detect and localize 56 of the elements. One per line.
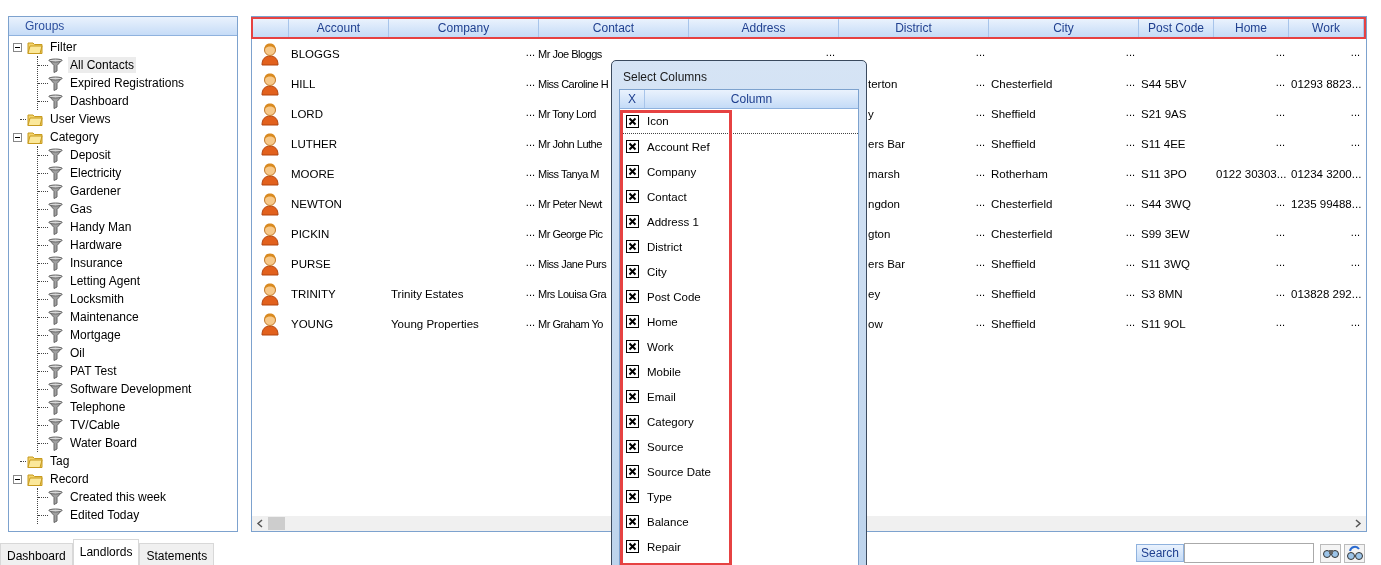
table-cell: 01234 3200... (1291, 168, 1362, 180)
table-cell: S11 3PO (1141, 168, 1187, 180)
table-cell: Miss Jane Purs (538, 258, 607, 270)
table-cell: MOORE (291, 168, 335, 180)
table-cell: ow (868, 318, 883, 330)
table-cell: Mr George Pic (538, 228, 603, 240)
table-cell: Miss Caroline H (538, 78, 609, 90)
table-cell: 013828 292... (1291, 288, 1362, 300)
panel-title: Groups (9, 17, 237, 36)
table-cell: Trinity Estates (391, 288, 464, 300)
table-cell: TRINITY (291, 288, 336, 300)
table-cell: S11 9OL (1141, 318, 1186, 330)
table-cell: Mrs Louisa Gra (538, 288, 607, 300)
table-cell: Chesterfield (991, 228, 1053, 240)
table-cell: Sheffield (991, 138, 1036, 150)
table-cell: PURSE (291, 258, 331, 270)
table-cell: Young Properties (391, 318, 479, 330)
table-cell: Mr John Luthe (538, 138, 602, 150)
table-cell: 1235 99488... (1291, 198, 1362, 210)
dialog-title: Select Columns (622, 69, 709, 86)
table-cell: ers Bar (868, 138, 906, 150)
table-cell: Chesterfield (991, 78, 1053, 90)
table-cell: Sheffield (991, 318, 1036, 330)
table-cell: HILL (291, 78, 316, 90)
table-cell: terton (868, 78, 898, 90)
table-cell: Mr Peter Newt (538, 198, 602, 210)
table-cell: LUTHER (291, 138, 337, 150)
table-cell: y (868, 108, 874, 120)
table-cell: ey (868, 288, 881, 300)
table-cell: S11 3WQ (1141, 258, 1190, 270)
table-cell: BLOGGS (291, 48, 340, 60)
table-cell: PICKIN (291, 228, 330, 240)
table-cell: Miss Tanya M (538, 168, 600, 180)
table-cell: S11 4EE (1141, 138, 1186, 150)
table-cell: 01293 8823... (1291, 78, 1362, 90)
table-cell: Chesterfield (991, 198, 1053, 210)
table-cell: S99 3EW (1141, 228, 1190, 240)
table-cell: Mr Joe Bloggs (538, 48, 602, 60)
table-cell: 0122 30303... (1216, 168, 1287, 180)
table-cell: Rotherham (991, 168, 1048, 180)
table-cell: Sheffield (991, 288, 1036, 300)
table-cell: ers Bar (868, 258, 906, 270)
table-cell: NEWTON (291, 198, 342, 210)
table-cell: S44 5BV (1141, 78, 1187, 90)
table-cell: Mr Graham Yo (538, 318, 603, 330)
table-cell: Sheffield (991, 258, 1036, 270)
table-cell: Mr Tony Lord (538, 108, 596, 120)
table-cell: marsh (868, 168, 900, 180)
table-cell: ngdon (868, 198, 900, 210)
table-cell: Sheffield (991, 108, 1036, 120)
table-cell: S44 3WQ (1141, 198, 1191, 210)
table-cell: S21 9AS (1141, 108, 1187, 120)
table-cell: gton (868, 228, 891, 240)
table-cell: YOUNG (291, 318, 334, 330)
table-cell: LORD (291, 108, 323, 120)
table-cell: S3 8MN (1141, 288, 1183, 300)
